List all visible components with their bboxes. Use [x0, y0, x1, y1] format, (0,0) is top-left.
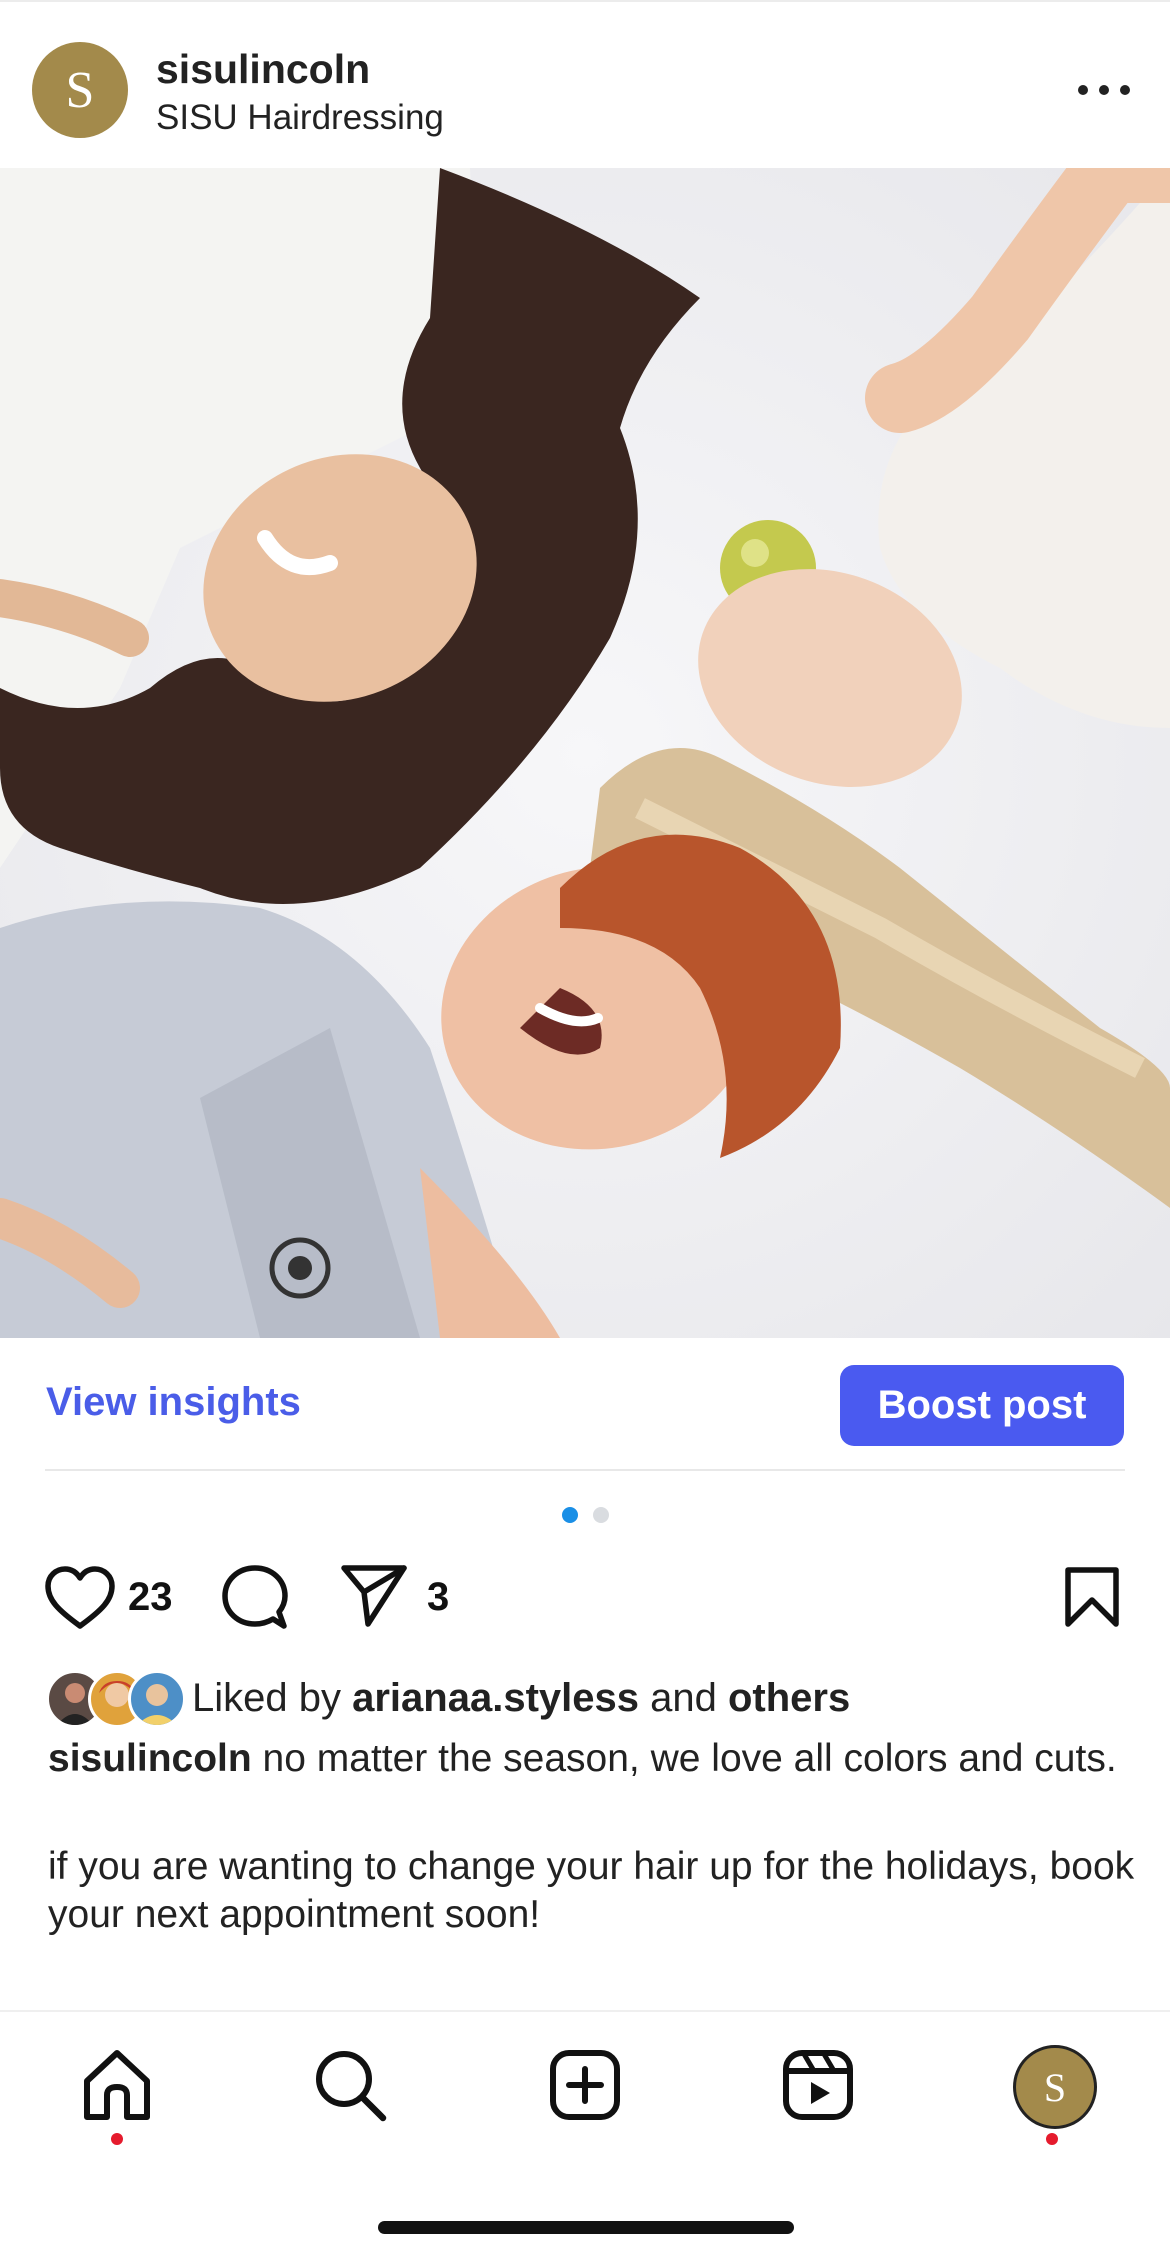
carousel-dot-active	[562, 1507, 578, 1523]
comment-button[interactable]	[222, 1564, 288, 1635]
tab-home[interactable]	[77, 2045, 157, 2125]
post-username[interactable]: sisulincoln	[156, 46, 370, 93]
tab-create[interactable]	[545, 2045, 625, 2125]
liked-by-prefix: Liked by	[192, 1676, 341, 1720]
view-insights-link[interactable]: View insights	[46, 1380, 301, 1425]
post-photo-illustration	[0, 168, 1170, 1338]
create-post-icon	[550, 2050, 620, 2120]
home-indicator[interactable]	[378, 2221, 794, 2234]
liked-by-and: and	[650, 1676, 717, 1720]
insights-divider	[45, 1469, 1125, 1471]
comment-icon	[222, 1565, 288, 1629]
tab-reels[interactable]	[778, 2045, 858, 2125]
like-button[interactable]	[44, 1566, 116, 1635]
profile-avatar-letter: S	[1043, 2064, 1067, 2110]
more-horizontal-icon	[1078, 85, 1130, 95]
avatar-letter: S	[65, 61, 95, 119]
account-avatar[interactable]: S	[32, 42, 128, 138]
post-caption: sisulincoln no matter the season, we lov…	[48, 1735, 1138, 1939]
caption-username[interactable]: sisulincoln	[48, 1737, 252, 1780]
caption-line-1: no matter the season, we love all colors…	[262, 1737, 1117, 1780]
like-count[interactable]: 23	[128, 1575, 173, 1620]
post-header: S sisulincoln SISU Hairdressing	[0, 2, 1170, 168]
share-button[interactable]	[340, 1564, 408, 1633]
home-notification-dot	[111, 2133, 123, 2145]
liked-by-text: Liked by arianaa.styless and others	[192, 1676, 850, 1721]
reels-icon	[783, 2050, 853, 2120]
liker-avatar-3[interactable]	[128, 1670, 186, 1728]
search-icon	[316, 2051, 387, 2122]
bookmark-icon	[1065, 1567, 1119, 1627]
tab-profile-avatar[interactable]: S	[1013, 2045, 1097, 2129]
share-count: 3	[427, 1575, 450, 1619]
caption-line-2: if you are wanting to change your hair u…	[48, 1845, 1135, 1936]
send-icon	[341, 1565, 407, 1627]
tab-search[interactable]	[310, 2045, 390, 2125]
post-subtitle[interactable]: SISU Hairdressing	[156, 98, 444, 138]
save-button[interactable]	[1064, 1566, 1120, 1633]
boost-post-button[interactable]: Boost post	[840, 1365, 1124, 1446]
liked-by-others[interactable]: others	[728, 1676, 850, 1720]
heart-icon	[45, 1566, 115, 1629]
home-icon	[84, 2050, 150, 2120]
carousel-dot	[593, 1507, 609, 1523]
profile-notification-dot	[1046, 2133, 1058, 2145]
liked-by-user[interactable]: arianaa.styless	[352, 1676, 639, 1720]
more-options-button[interactable]	[1068, 60, 1140, 120]
post-photo[interactable]	[0, 168, 1170, 1338]
